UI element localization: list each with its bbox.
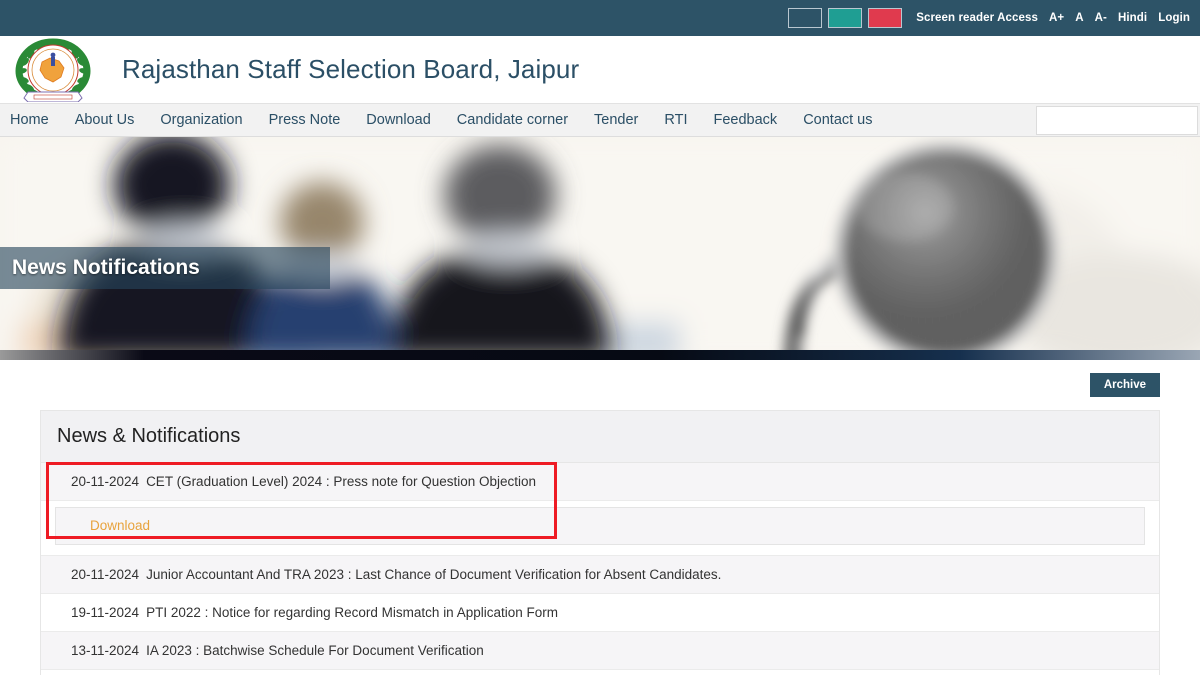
font-decrease-button[interactable]: A- [1095,12,1107,24]
nav-item-download[interactable]: Download [353,112,444,128]
download-link[interactable]: Download [90,518,150,533]
nav-item-candidate-corner[interactable]: Candidate corner [444,112,581,128]
search-box[interactable] [1036,106,1200,135]
banner-caption-text: News Notifications [12,256,200,279]
banner: News Notifications [0,137,1200,360]
table-row[interactable]: 13-11-2024 IA 2023 : Batchwise Schedule … [41,632,1159,670]
rajasthan-emblem-icon[interactable] [12,38,94,102]
news-title[interactable]: CET (Graduation Level) 2024 : Press note… [146,474,536,489]
nav-item-tender[interactable]: Tender [581,112,651,128]
top-utility-bar: Screen reader Access A+ A A- Hindi Login [0,0,1200,36]
news-title[interactable]: IA 2023 : Batchwise Schedule For Documen… [146,643,484,658]
archive-button[interactable]: Archive [1089,373,1160,397]
theme-teal-swatch[interactable] [828,8,863,28]
nav-item-rti[interactable]: RTI [651,112,700,128]
panel-header: News & Notifications [41,411,1159,463]
download-row: Download [41,501,1159,556]
search-input[interactable] [1037,107,1200,134]
banner-bottom-shadow [0,350,1200,360]
news-date: 19-11-2024 [71,605,140,620]
news-title[interactable]: Junior Accountant And TRA 2023 : Last Ch… [146,567,721,582]
nav-item-about-us[interactable]: About Us [62,112,148,128]
news-title[interactable]: PTI 2022 : Notice for regarding Record M… [146,605,558,620]
news-date: 20-11-2024 [71,567,140,582]
nav-item-contact-us[interactable]: Contact us [790,112,885,128]
language-hindi-link[interactable]: Hindi [1118,12,1147,24]
theme-red-swatch[interactable] [868,8,903,28]
nav-item-home[interactable]: Home [0,112,62,128]
table-row[interactable]: 19-11-2024 PTI 2022 : Notice for regardi… [41,594,1159,632]
panel-title: News & Notifications [57,425,241,447]
site-header: Rajasthan Staff Selection Board, Jaipur [0,36,1200,103]
news-date: 20-11-2024 [71,474,140,489]
site-title: Rajasthan Staff Selection Board, Jaipur [122,54,580,84]
archive-row: Archive [0,360,1200,410]
font-normal-button[interactable]: A [1075,12,1083,24]
news-notifications-panel: News & Notifications 20-11-2024 CET (Gra… [40,410,1160,675]
page: Screen reader Access A+ A A- Hindi Login [0,0,1200,675]
login-link[interactable]: Login [1158,12,1190,24]
theme-dark-swatch[interactable] [788,8,823,28]
table-row[interactable]: 13-11-2024 Supervisor (Woman) 2024 : Onl… [41,670,1159,675]
nav-item-press-note[interactable]: Press Note [256,112,354,128]
screen-reader-access-link[interactable]: Screen reader Access [916,12,1038,24]
banner-caption: News Notifications [0,247,330,289]
table-row[interactable]: 20-11-2024 Junior Accountant And TRA 202… [41,556,1159,594]
nav-item-feedback[interactable]: Feedback [701,112,791,128]
nav-item-organization[interactable]: Organization [147,112,255,128]
main-navigation: Home About Us Organization Press Note Do… [0,103,1200,137]
theme-swatches [788,8,903,28]
font-increase-button[interactable]: A+ [1049,12,1064,24]
news-date: 13-11-2024 [71,643,140,658]
download-box: Download [55,507,1145,545]
table-row[interactable]: 20-11-2024 CET (Graduation Level) 2024 :… [41,463,1159,501]
